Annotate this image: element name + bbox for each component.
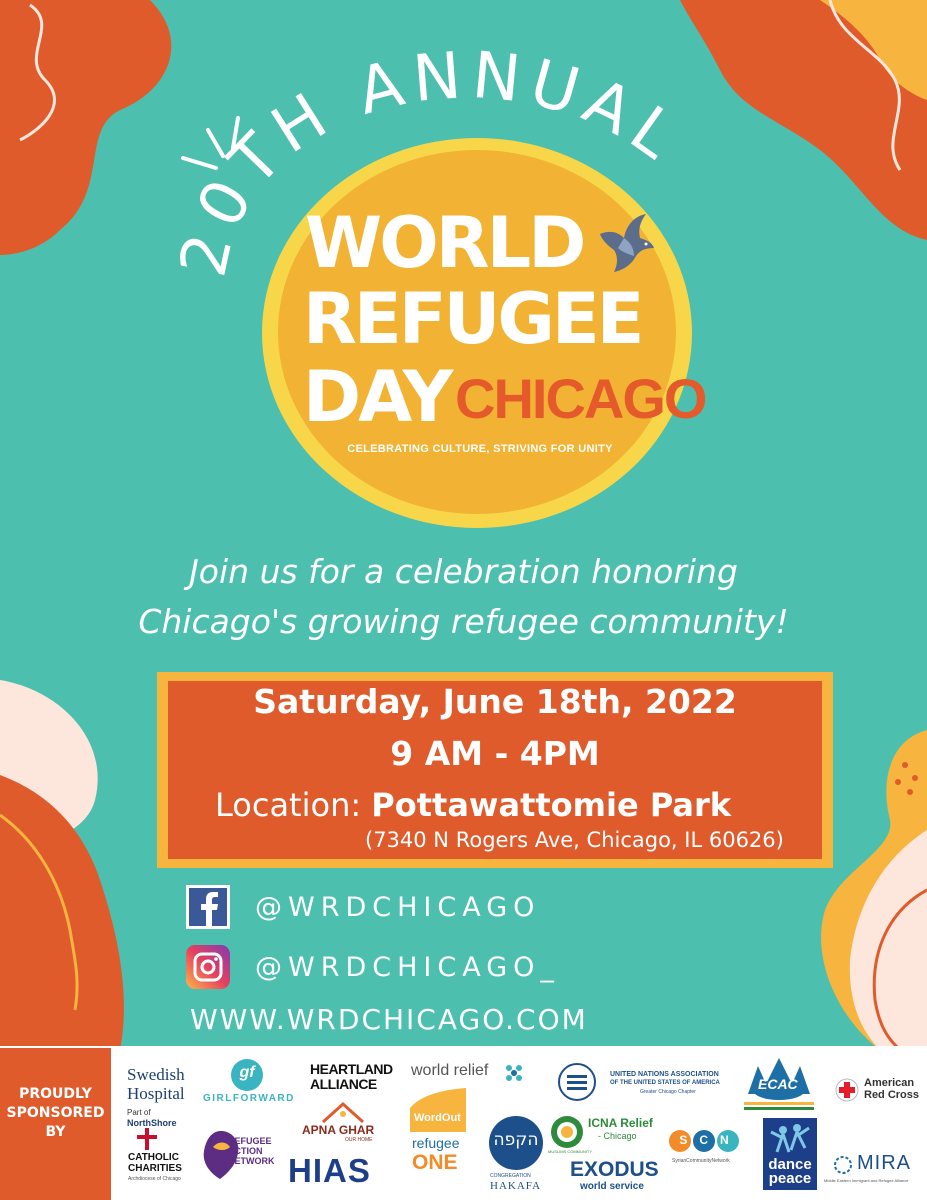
muslims-community-text: MUSLIMS COMMUNITY	[548, 1149, 592, 1154]
ran-line2: ACTION	[228, 1146, 263, 1156]
instagram-handle[interactable]: @WRDCHICAGO_	[255, 952, 560, 983]
icna-relief-logo: ICNA Relief	[588, 1116, 653, 1130]
apna-ghar-logo: APNA GHAR	[302, 1123, 375, 1137]
sponsor-label: PROUDLY SPONSORED BY	[6, 1086, 105, 1140]
apna-ghar-house-icon	[321, 1101, 365, 1124]
catholic-line2: CHARITIES	[128, 1163, 182, 1174]
world-relief-logo: world relief	[411, 1062, 489, 1079]
girlforward-mark: gf	[239, 1064, 255, 1081]
mira-logo: MIRA	[857, 1152, 911, 1174]
mira-sub: Middle Eastern Immigrant and Refugee All…	[824, 1178, 909, 1183]
logo-word-world: WORLD	[305, 202, 586, 284]
hakafa-sub: CONGREGATION	[490, 1173, 531, 1179]
intro-line-2: Chicago's growing refugee community!	[138, 602, 789, 641]
catholic-cross-icon	[137, 1128, 157, 1150]
event-date: Saturday, June 18th, 2022	[253, 682, 737, 721]
girlforward-logo: GIRLFORWARD	[203, 1093, 295, 1104]
refugee-one-line2: ONE	[412, 1151, 458, 1174]
swedish-line1: Swedish	[127, 1065, 185, 1084]
northshore-logo: NorthShore	[127, 1118, 177, 1128]
scn-logo: SyrianCommunityNetwork	[672, 1158, 730, 1164]
ran-line3: NETWORK	[228, 1156, 275, 1166]
logo-word-chicago: CHICAGO	[455, 367, 707, 430]
logo-word-refugee: REFUGEE	[303, 278, 644, 360]
dance-peace-logo: dance peace	[763, 1157, 817, 1187]
swedish-hospital-logo: Swedish Hospital	[127, 1065, 185, 1103]
ran-line1: REFUGEE	[228, 1136, 272, 1146]
muslims-community-seal-icon	[551, 1116, 583, 1148]
website-link[interactable]: WWW.WRDCHICAGO.COM	[190, 1003, 588, 1036]
american-red-cross-logo: American Red Cross	[864, 1077, 919, 1101]
mira-ring-icon	[834, 1156, 852, 1174]
event-location: Location: Pottawattomie Park	[215, 786, 731, 824]
scn-mark: SCN	[679, 1133, 741, 1147]
world-relief-icon	[506, 1065, 522, 1081]
apna-ghar-sub: OUR HOME	[345, 1137, 373, 1143]
red-cross-line1: American	[864, 1077, 915, 1089]
hakafa-logo: HAKAFA	[490, 1180, 542, 1192]
exodus-logo: EXODUS	[570, 1158, 659, 1181]
exodus-sub: world service	[580, 1181, 644, 1192]
location-label: Location:	[215, 786, 362, 824]
event-time: 9 AM - 4PM	[390, 734, 600, 773]
ecac-logo: ECAC	[758, 1076, 798, 1092]
instagram-icon[interactable]	[186, 945, 230, 989]
dance-line2: peace	[768, 1170, 812, 1187]
icna-relief-sub: - Chicago	[598, 1131, 637, 1141]
catholic-charities-logo: CATHOLIC CHARITIES	[128, 1152, 182, 1174]
location-name: Pottawattomie Park	[371, 786, 732, 824]
catholic-line1: CATHOLIC	[128, 1152, 179, 1163]
una-line1: UNITED NATIONS ASSOCIATION	[610, 1071, 719, 1078]
heartland-line1: HEARTLAND	[310, 1061, 393, 1077]
una-logo: UNITED NATIONS ASSOCIATION OF THE UNITED…	[610, 1070, 720, 1097]
refugee-action-network-logo: REFUGEE ACTION NETWORK	[228, 1136, 275, 1166]
facebook-icon[interactable]	[186, 885, 230, 929]
logo-word-day: DAY	[303, 356, 453, 438]
refugee-one-line1: refugee	[412, 1135, 460, 1151]
dove-icon	[600, 214, 654, 272]
red-cross-line2: Red Cross	[864, 1089, 920, 1101]
event-address: (7340 N Rogers Ave, Chicago, IL 60626)	[365, 828, 784, 852]
swedish-part-of: Part of	[127, 1108, 151, 1117]
swedish-line2: Hospital	[127, 1084, 185, 1103]
una-line2: OF THE UNITED STATES OF AMERICA	[610, 1080, 720, 1086]
sparkle-lines	[181, 116, 240, 170]
event-poster: 20TH ANNUAL WORLD REFUGEE DAY CHICAGO CE…	[0, 0, 927, 1200]
intro-line-1: Join us for a celebration honoring	[189, 552, 738, 591]
heartland-line2: ALLIANCE	[310, 1076, 377, 1092]
logo-tagline: CELEBRATING CULTURE, STRIVING FOR UNITY	[347, 443, 613, 455]
red-cross-icon	[835, 1078, 859, 1102]
hakafa-hebrew: הקפה	[493, 1130, 539, 1150]
wordout-logo: WordOut	[414, 1112, 461, 1124]
un-emblem-icon	[558, 1063, 596, 1101]
bottom-left-blob	[0, 680, 124, 1050]
catholic-sub: Archdiocese of Chicago	[128, 1176, 181, 1182]
heartland-alliance-logo: HEARTLAND ALLIANCE	[310, 1062, 393, 1092]
hias-logo: HIAS	[288, 1152, 371, 1189]
una-line3: Greater Chicago Chapter	[640, 1089, 696, 1095]
wordout-badge	[410, 1088, 466, 1132]
facebook-handle[interactable]: @WRDCHICAGO	[255, 892, 540, 923]
